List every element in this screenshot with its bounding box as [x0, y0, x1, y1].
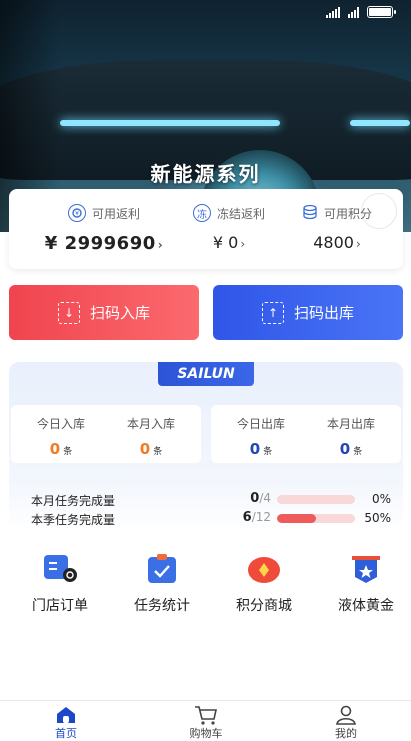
signal-icon — [348, 6, 359, 18]
task-stats-icon — [144, 553, 180, 585]
frozen-value: ¥ 0 — [212, 233, 239, 252]
brand-tag: SAILUN — [158, 362, 254, 386]
cart-icon — [166, 705, 246, 725]
frozen-rebate-column[interactable]: 冻 冻结返利 ¥ 0 › — [179, 203, 279, 252]
chevron-right-icon: › — [157, 238, 164, 252]
tab-cart[interactable]: 购物车 — [166, 705, 246, 741]
rebate-value: ¥ 2999690 — [44, 233, 156, 254]
quarter-progress-bar — [277, 514, 355, 523]
scan-out-button[interactable]: ↑ 扫码出库 — [213, 285, 403, 340]
headlight-right — [350, 120, 410, 126]
stock-in-box: 今日入库 0条 本月入库 0条 — [11, 405, 201, 463]
frozen-icon: 冻 — [192, 204, 211, 222]
menu-liquid-gold[interactable]: 液体黄金 — [326, 553, 406, 615]
scan-in-icon: ↓ — [57, 301, 80, 324]
coins-icon — [302, 204, 318, 223]
points-label: 可用积分 — [323, 206, 372, 221]
signal-icon — [326, 6, 340, 18]
scan-in-label: 扫码入库 — [89, 304, 150, 322]
tab-home[interactable]: 首页 — [26, 705, 106, 741]
menu-store-order[interactable]: 门店订单 — [20, 553, 100, 615]
status-bar — [326, 6, 396, 18]
bottom-tab-bar: 首页 购物车 我的 — [0, 700, 411, 741]
points-value: 4800 — [313, 233, 354, 252]
inventory-stats-panel: SAILUN 今日入库 0条 本月入库 0条 今日出库 0条 本月出库 0条 本… — [9, 362, 403, 532]
balance-summary-card: ¥ 可用返利 ¥ 2999690 › 冻 冻结返利 ¥ 0 › 可用积分 4800 › — [9, 189, 403, 269]
profile-icon — [306, 705, 386, 725]
svg-text:¥: ¥ — [75, 210, 79, 217]
month-out-stat[interactable]: 本月出库 0条 — [307, 415, 395, 458]
frozen-label: 冻结返利 — [216, 206, 265, 221]
today-out-stat[interactable]: 今日出库 0条 — [217, 415, 305, 458]
headlight-left — [60, 120, 280, 126]
rebate-icon: ¥ — [67, 204, 86, 222]
quarter-task-progress: 本季任务完成量 6/12 50% — [31, 510, 391, 527]
menu-task-stats[interactable]: 任务统计 — [122, 553, 202, 615]
scan-out-icon: ↑ — [261, 301, 284, 324]
month-in-stat[interactable]: 本月入库 0条 — [107, 415, 195, 458]
points-column[interactable]: 可用积分 4800 › — [287, 203, 387, 252]
monthly-task-progress: 本月任务完成量 0/4 0% — [31, 491, 391, 508]
store-order-icon — [42, 553, 78, 585]
rebate-label: 可用返利 — [91, 206, 140, 221]
battery-icon — [367, 6, 396, 18]
chevron-right-icon: › — [355, 237, 361, 251]
banner-title: 新能源系列 — [150, 162, 261, 186]
monthly-progress-bar — [277, 495, 355, 504]
home-icon — [26, 705, 106, 725]
menu-points-mall[interactable]: 积分商城 — [224, 553, 304, 615]
scan-in-button[interactable]: ↓ 扫码入库 — [9, 285, 199, 340]
chevron-right-icon: › — [240, 237, 246, 251]
tab-profile[interactable]: 我的 — [306, 705, 386, 741]
today-in-stat[interactable]: 今日入库 0条 — [17, 415, 105, 458]
rebate-column[interactable]: ¥ 可用返利 ¥ 2999690 › — [39, 203, 169, 254]
stock-out-box: 今日出库 0条 本月出库 0条 — [211, 405, 401, 463]
liquid-gold-icon — [348, 553, 384, 585]
points-mall-icon — [246, 553, 282, 585]
scan-out-label: 扫码出库 — [293, 304, 354, 322]
